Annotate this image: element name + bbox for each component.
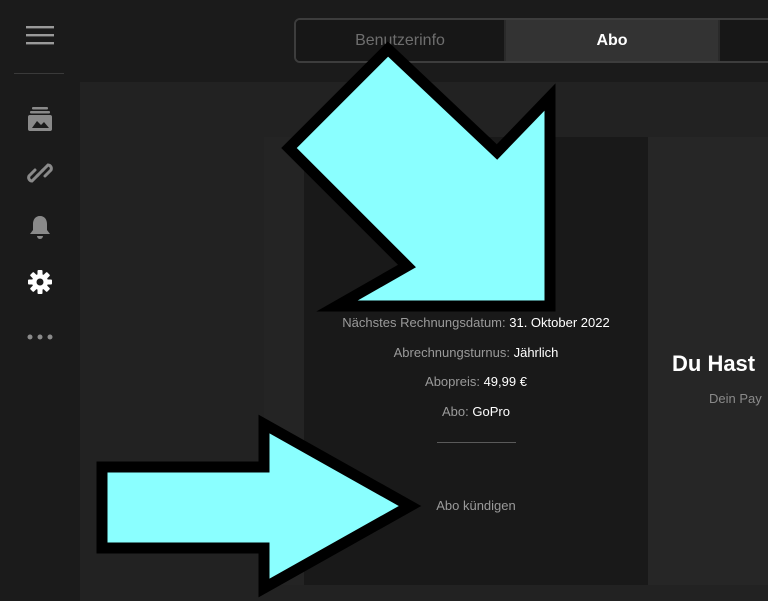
price-row: Abopreis: 49,99 € (304, 374, 648, 389)
subscription-card (304, 137, 648, 585)
media-library-icon[interactable] (24, 103, 56, 135)
tab-label: Abo (596, 31, 628, 49)
card-divider (437, 442, 516, 443)
price-value: 49,99 € (483, 374, 527, 389)
billing-cycle-label: Abrechnungsturnus: (393, 345, 510, 360)
tab-user-info[interactable]: Benutzerinfo (296, 20, 506, 61)
card-left-edge (264, 137, 304, 585)
gear-icon[interactable] (24, 266, 56, 298)
tab-subscription[interactable]: Abo (506, 20, 718, 61)
cancel-subscription-link[interactable]: Abo kündigen (304, 498, 648, 513)
promo-title: Du Hast (672, 351, 756, 376)
more-icon[interactable] (24, 321, 56, 353)
next-billing-value: 31. Oktober 2022 (509, 315, 610, 330)
plan-label: Abo: (442, 404, 469, 419)
plan-value: GoPro (472, 404, 510, 419)
sidebar (0, 0, 80, 601)
price-label: Abopreis: (425, 374, 480, 389)
next-billing-label: Nächstes Rechnungsdatum: (342, 315, 506, 330)
sidebar-divider (14, 73, 64, 74)
tab-more[interactable] (718, 20, 768, 61)
billing-cycle-value: Jährlich (513, 345, 559, 360)
promo-subtitle: Dein Pay (709, 391, 762, 406)
billing-cycle-row: Abrechnungsturnus: Jährlich (304, 345, 648, 360)
bell-icon[interactable] (24, 211, 56, 243)
tab-bar: Benutzerinfo Abo (294, 18, 768, 63)
plan-row: Abo: GoPro (304, 404, 648, 419)
menu-icon[interactable] (24, 19, 56, 51)
tab-label: Benutzerinfo (355, 31, 445, 49)
link-icon[interactable] (24, 157, 56, 189)
next-billing-row: Nächstes Rechnungsdatum: 31. Oktober 202… (304, 315, 648, 330)
